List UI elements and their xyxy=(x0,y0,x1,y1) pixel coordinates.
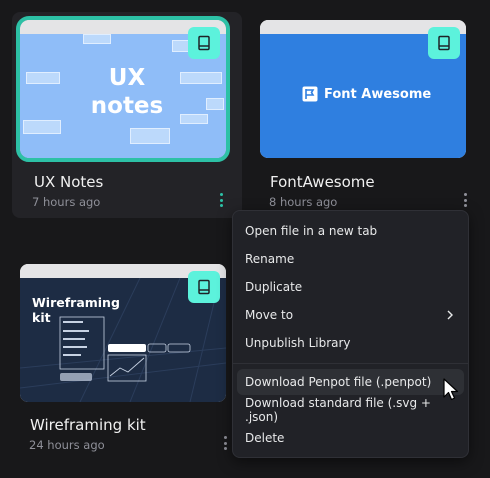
menu-divider xyxy=(233,363,468,364)
chevron-right-icon xyxy=(447,310,453,320)
thumb-text-line-2: notes xyxy=(90,93,164,119)
thumb-text-line-1: UX xyxy=(108,65,146,91)
file-context-menu: Open file in a new tab Rename Duplicate … xyxy=(232,210,469,458)
kebab-icon[interactable] xyxy=(222,436,228,450)
kebab-icon[interactable] xyxy=(218,193,224,207)
kebab-icon[interactable] xyxy=(462,193,468,207)
menu-item-download-penpot[interactable]: Download Penpot file (.penpot) xyxy=(237,369,464,395)
file-card-fontawesome[interactable]: Font Awesome FontAwesome 8 hours ago xyxy=(260,20,474,209)
book-icon xyxy=(428,27,460,59)
file-title[interactable]: Wireframing kit xyxy=(30,416,146,434)
menu-item-rename[interactable]: Rename xyxy=(237,246,464,272)
menu-item-download-standard[interactable]: Download standard file (.svg + .json) xyxy=(237,396,464,424)
file-title[interactable]: UX Notes xyxy=(34,173,103,191)
file-modified-time: 7 hours ago xyxy=(32,195,101,209)
menu-item-duplicate[interactable]: Duplicate xyxy=(237,274,464,300)
file-modified-time: 8 hours ago xyxy=(269,195,338,209)
menu-item-unpublish-library[interactable]: Unpublish Library xyxy=(237,330,464,356)
menu-item-label: Move to xyxy=(245,308,294,322)
file-modified-time: 24 hours ago xyxy=(29,438,105,452)
menu-item-move-to[interactable]: Move to xyxy=(237,302,464,328)
file-thumbnail[interactable]: Font Awesome xyxy=(260,20,466,158)
file-thumbnail[interactable]: UX notes xyxy=(16,16,230,162)
book-icon xyxy=(188,271,220,303)
file-title[interactable]: FontAwesome xyxy=(270,173,375,191)
flag-logo-icon xyxy=(302,86,318,102)
book-icon xyxy=(188,27,220,59)
thumb-text: Font Awesome xyxy=(324,86,432,102)
thumb-text-line-2: kit xyxy=(32,310,51,325)
thumb-text-line-1: Wireframing xyxy=(32,295,120,310)
cursor-arrow-icon xyxy=(443,378,459,401)
file-card-ux-notes[interactable]: UX notes UX Notes 7 hours ago xyxy=(12,12,242,218)
menu-item-open-new-tab[interactable]: Open file in a new tab xyxy=(237,218,464,244)
file-card-wireframing-kit[interactable]: Wireframing kit Wireframing kit 24 hours… xyxy=(20,264,234,452)
menu-item-delete[interactable]: Delete xyxy=(237,425,464,451)
file-thumbnail[interactable]: Wireframing kit xyxy=(20,264,226,402)
